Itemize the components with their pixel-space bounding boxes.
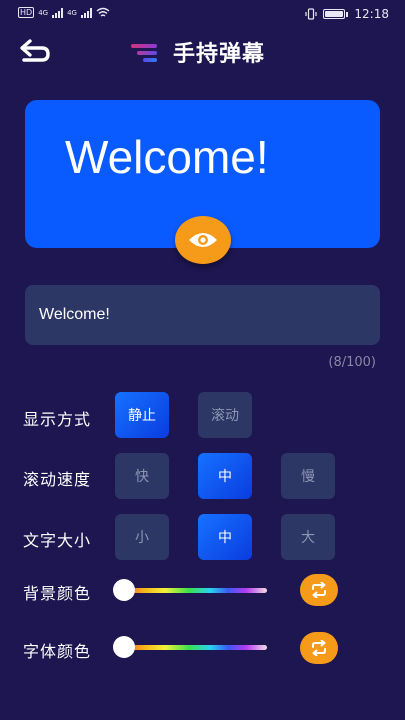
text-size-row: 文字大小 小 中 大 bbox=[0, 514, 405, 562]
scroll-speed-label: 滚动速度 bbox=[23, 470, 92, 489]
signal-icon bbox=[52, 7, 64, 18]
scroll-speed-medium-option[interactable]: 中 bbox=[198, 453, 252, 499]
eye-icon bbox=[189, 233, 217, 247]
display-mode-row: 显示方式 静止 滚动 bbox=[0, 392, 405, 440]
status-left: HD 4G 4G bbox=[18, 7, 110, 18]
battery-cap bbox=[346, 11, 349, 17]
text-size-large-option[interactable]: 大 bbox=[281, 514, 335, 560]
background-color-row: 背景颜色 bbox=[0, 574, 405, 622]
battery-icon bbox=[323, 9, 346, 19]
font-color-slider-thumb[interactable] bbox=[113, 636, 135, 658]
preview-fullscreen-button[interactable] bbox=[175, 216, 231, 264]
hd-badge: HD bbox=[18, 7, 35, 18]
font-color-slider[interactable] bbox=[117, 645, 267, 650]
display-mode-label: 显示方式 bbox=[23, 410, 92, 429]
vibrate-icon bbox=[305, 8, 318, 20]
title-wrap: 手持弹幕 bbox=[127, 36, 265, 68]
background-color-slider-thumb[interactable] bbox=[113, 579, 135, 601]
font-color-row: 字体颜色 bbox=[0, 630, 405, 678]
background-color-slider[interactable] bbox=[117, 588, 267, 593]
text-size-medium-option[interactable]: 中 bbox=[198, 514, 252, 560]
status-bar: HD 4G 4G 12:18 bbox=[0, 0, 405, 28]
display-mode-static-option[interactable]: 静止 bbox=[115, 392, 169, 438]
barrage-logo-icon bbox=[127, 41, 159, 63]
back-button[interactable] bbox=[18, 38, 52, 66]
scroll-speed-fast-option[interactable]: 快 bbox=[115, 453, 169, 499]
page-title: 手持弹幕 bbox=[173, 42, 266, 67]
refresh-icon bbox=[312, 582, 326, 598]
wifi-icon bbox=[96, 7, 110, 17]
status-right: 12:18 bbox=[305, 7, 389, 21]
scroll-speed-row: 滚动速度 快 中 慢 bbox=[0, 453, 405, 501]
background-color-reset-button[interactable] bbox=[300, 574, 338, 606]
background-color-label: 背景颜色 bbox=[23, 584, 92, 603]
scroll-speed-slow-option[interactable]: 慢 bbox=[281, 453, 335, 499]
signal-icon-2 bbox=[80, 7, 92, 18]
font-color-label: 字体颜色 bbox=[23, 642, 92, 661]
app-header: 手持弹幕 bbox=[0, 34, 405, 70]
barrage-text-input[interactable] bbox=[25, 285, 380, 345]
refresh-icon bbox=[312, 640, 326, 656]
signal-label-2: 4G bbox=[67, 8, 77, 17]
text-size-small-option[interactable]: 小 bbox=[115, 514, 169, 560]
back-arrow-icon bbox=[20, 39, 50, 62]
text-size-label: 文字大小 bbox=[23, 531, 92, 550]
signal-label: 4G bbox=[38, 8, 49, 17]
preview-text: Welcome! bbox=[65, 131, 269, 183]
status-time: 12:18 bbox=[354, 7, 389, 21]
char-counter: (8/100) bbox=[328, 355, 376, 370]
display-mode-scroll-option[interactable]: 滚动 bbox=[198, 392, 252, 438]
font-color-reset-button[interactable] bbox=[300, 632, 338, 664]
